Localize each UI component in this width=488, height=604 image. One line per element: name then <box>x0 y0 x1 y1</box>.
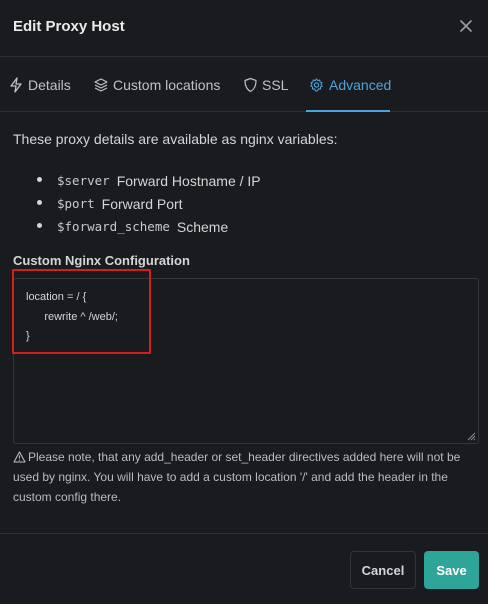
tab-details[interactable]: Details <box>9 75 71 95</box>
gear-icon <box>310 78 323 92</box>
tab-advanced[interactable]: Advanced <box>309 75 391 95</box>
config-note-text: Please note, that any add_header or set_… <box>13 450 461 504</box>
close-icon <box>460 20 472 32</box>
bullet <box>37 177 42 182</box>
custom-nginx-config-textarea[interactable]: location = / { rewrite ^ /web/; } <box>13 278 479 444</box>
list-item: $port Forward Port <box>37 192 261 215</box>
bolt-icon <box>10 77 22 93</box>
tab-advanced-label: Advanced <box>329 77 392 93</box>
dialog-header: Edit Proxy Host <box>0 0 488 57</box>
variable-name: $forward_scheme <box>57 219 170 234</box>
resize-grip-icon[interactable] <box>466 431 476 441</box>
active-tab-indicator <box>306 110 390 112</box>
bullet <box>37 223 42 228</box>
dialog-title: Edit Proxy Host <box>13 18 125 35</box>
config-label: Custom Nginx Configuration <box>13 253 190 268</box>
save-button[interactable]: Save <box>424 551 479 589</box>
warning-icon <box>13 451 26 463</box>
variable-name: $port <box>57 196 95 211</box>
variable-description: Forward Port <box>101 195 183 212</box>
tab-ssl[interactable]: SSL <box>244 75 288 95</box>
cancel-button[interactable]: Cancel <box>350 551 416 589</box>
variable-description: Scheme <box>176 218 229 235</box>
config-text: location = / { rewrite ^ /web/; } <box>26 291 118 342</box>
variable-name: $server <box>57 173 110 188</box>
list-item: $forward_scheme Scheme <box>37 215 261 238</box>
variables-list: $server Forward Hostname / IP $port Forw… <box>37 169 261 238</box>
tab-ssl-label: SSL <box>262 77 289 93</box>
shield-icon <box>244 77 257 93</box>
layers-icon <box>94 78 108 92</box>
variables-intro: These proxy details are available as ngi… <box>13 131 338 147</box>
tab-bar: Details Custom locations SSL Advanced <box>0 57 488 112</box>
tab-custom-locations[interactable]: Custom locations <box>94 75 220 95</box>
close-button[interactable] <box>456 16 476 36</box>
bullet <box>37 200 42 205</box>
tab-details-label: Details <box>28 77 71 93</box>
dialog-footer: Cancel Save <box>0 533 488 604</box>
tab-custom-locations-label: Custom locations <box>113 77 221 93</box>
variable-description: Forward Hostname / IP <box>116 172 261 189</box>
list-item: $server Forward Hostname / IP <box>37 169 261 192</box>
config-note: Please note, that any add_header or set_… <box>13 447 479 507</box>
